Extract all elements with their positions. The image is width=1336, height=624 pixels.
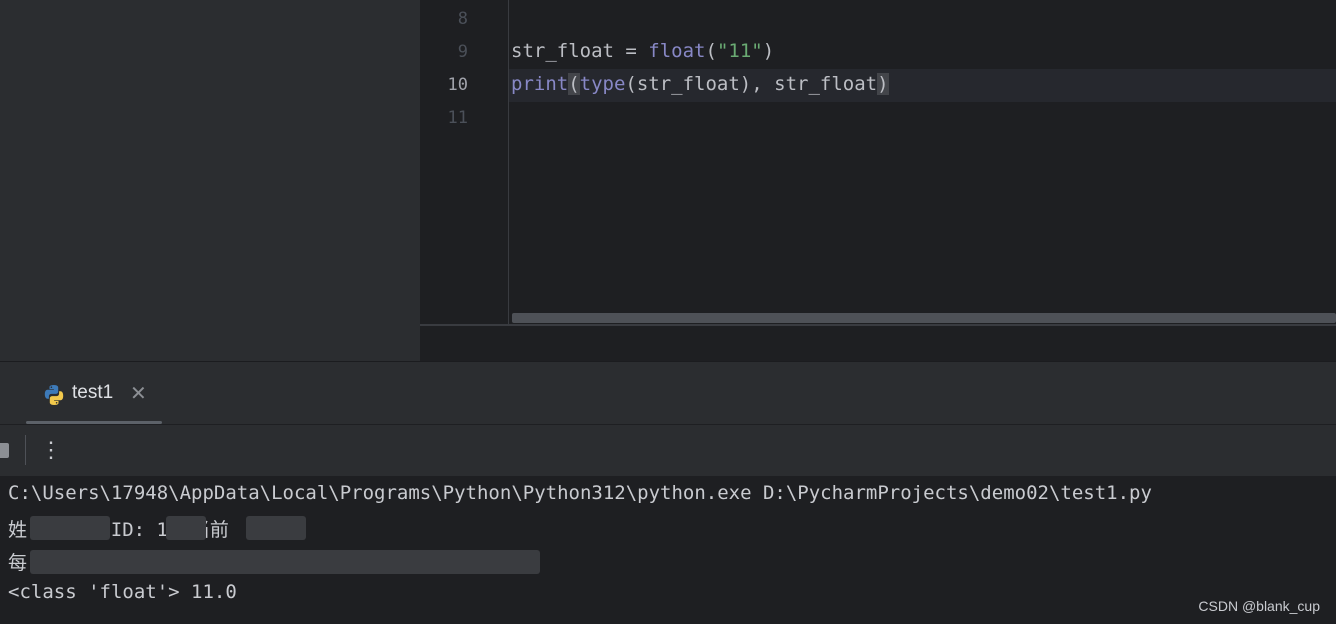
code-line-9[interactable]: str_float = float("11") — [511, 40, 774, 62]
toolbar-separator — [25, 435, 26, 465]
line-gutter: 8 9 10 11 — [420, 0, 508, 324]
redacted-region — [246, 516, 306, 540]
line-number: 11 — [447, 108, 468, 128]
tab-label: test1 — [72, 382, 114, 403]
run-tool-header: test1 ✕ — [0, 362, 1336, 424]
arguments-token: (str_float), str_float — [625, 73, 878, 95]
string-token: "11" — [716, 40, 763, 62]
paren-token: ( — [705, 40, 717, 62]
editor-footer — [420, 326, 1336, 362]
paren-token: ) — [762, 40, 775, 62]
paren-token-highlighted: ) — [877, 73, 889, 95]
line-number: 9 — [457, 42, 468, 62]
console-output[interactable]: C:\Users\17948\AppData\Local\Programs\Py… — [0, 476, 1336, 624]
run-toolbar: ⋮ — [0, 424, 1336, 476]
code-editor[interactable]: 8 9 10 11 str_float = float("11") print(… — [420, 0, 1336, 362]
project-panel — [0, 0, 420, 362]
code-line-10[interactable]: print(type(str_float), str_float) — [511, 73, 889, 95]
builtin-token: print — [511, 73, 569, 95]
redacted-region — [30, 550, 540, 574]
console-line: <class 'float'> 11.0 — [8, 581, 237, 603]
line-number-current: 10 — [447, 75, 468, 95]
variable-token: str_float — [511, 40, 614, 62]
line-number: 8 — [457, 9, 468, 29]
builtin-token: type — [579, 73, 626, 95]
tab-test1[interactable]: test1 ✕ — [26, 362, 162, 424]
ide-window: 8 9 10 11 str_float = float("11") print(… — [0, 0, 1336, 624]
scrollbar-thumb[interactable] — [512, 313, 1336, 323]
builtin-token: float — [648, 40, 706, 62]
horizontal-scrollbar[interactable] — [512, 312, 1336, 324]
redacted-region — [30, 516, 110, 540]
python-icon — [44, 385, 64, 405]
close-icon[interactable]: ✕ — [130, 381, 147, 406]
redacted-region — [166, 516, 206, 540]
paren-token-highlighted: ( — [568, 73, 580, 95]
stop-icon[interactable] — [0, 443, 9, 458]
watermark: CSDN @blank_cup — [1198, 598, 1320, 614]
operator-token: = — [613, 40, 649, 62]
gutter-separator — [508, 0, 509, 324]
console-line: C:\Users\17948\AppData\Local\Programs\Py… — [8, 482, 1152, 504]
more-options-icon[interactable]: ⋮ — [40, 435, 62, 465]
